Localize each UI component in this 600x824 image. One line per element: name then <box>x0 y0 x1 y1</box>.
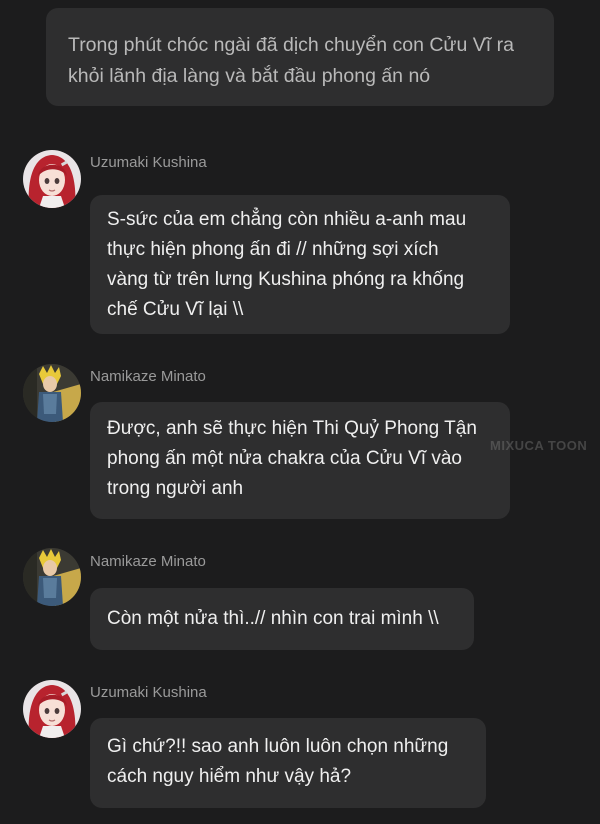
kushina-avatar[interactable] <box>23 150 81 208</box>
sender-name: Uzumaki Kushina <box>90 154 207 171</box>
kushina-avatar[interactable] <box>23 680 81 738</box>
watermark: MIXUCA TOON <box>490 438 588 453</box>
message-bubble: Gì chứ?!! sao anh luôn luôn chọn những c… <box>90 718 486 808</box>
narration-line: Trong phút chóc ngài đã dịch chuyển con … <box>68 34 514 56</box>
message-line: phong ấn một nửa chakra của Cửu Vĩ vào <box>107 448 462 469</box>
message-line: vàng từ trên lưng Kushina phóng ra khống <box>107 269 465 290</box>
message-line: Còn một nửa thì..// nhìn con trai mình \… <box>107 608 439 629</box>
message-line: cách nguy hiểm như vậy hả? <box>107 766 352 787</box>
message-bubble: S-sức của em chẳng còn nhiều a-anh mau t… <box>90 195 510 334</box>
sender-name: Namikaze Minato <box>90 553 206 570</box>
message-bubble: Được, anh sẽ thực hiện Thi Quỷ Phong Tận… <box>90 402 510 519</box>
message-line: Gì chứ?!! sao anh luôn luôn chọn những <box>107 736 449 757</box>
narration-line: khỏi lãnh địa làng và bắt đầu phong ấn n… <box>68 65 431 87</box>
sender-name: Namikaze Minato <box>90 368 206 385</box>
message-line: chế Cửu Vĩ lại \\ <box>107 299 244 320</box>
message-line: S-sức của em chẳng còn nhiều a-anh mau <box>107 209 467 230</box>
sender-name: Uzumaki Kushina <box>90 684 207 701</box>
narration-bubble: Trong phút chóc ngài đã dịch chuyển con … <box>46 8 554 106</box>
message-line: thực hiện phong ấn đi // những sợi xích <box>107 239 439 260</box>
message-bubble: Còn một nửa thì..// nhìn con trai mình \… <box>90 588 474 650</box>
minato-avatar[interactable] <box>23 548 81 606</box>
message-line: trong người anh <box>107 478 244 499</box>
minato-avatar[interactable] <box>23 364 81 422</box>
message-line: Được, anh sẽ thực hiện Thi Quỷ Phong Tận <box>107 418 477 439</box>
